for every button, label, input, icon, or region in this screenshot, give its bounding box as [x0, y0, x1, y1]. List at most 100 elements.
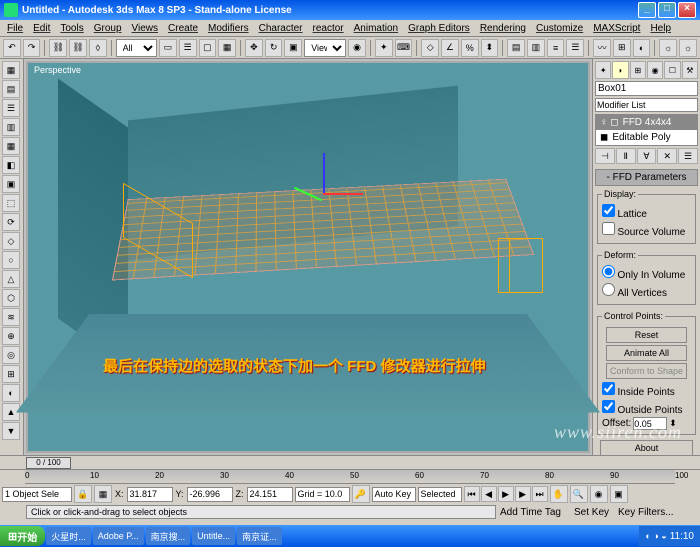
select-name-button[interactable]: ☰ [179, 39, 197, 57]
bind-button[interactable]: ◊ [89, 39, 107, 57]
lock-button[interactable]: 🔒 [74, 485, 92, 503]
time-slider-track[interactable]: 0 / 100 [0, 456, 700, 470]
link-button[interactable]: ⛓ [49, 39, 67, 57]
menu-group[interactable]: Group [89, 23, 127, 34]
tool-icon[interactable]: ⬡ [2, 289, 20, 307]
mirror-button[interactable]: ▥ [527, 39, 545, 57]
animate-all-button[interactable]: Animate All [606, 345, 686, 361]
timeline-ruler[interactable]: 0102030405060708090100 [25, 470, 675, 484]
menu-graph editors[interactable]: Graph Editors [403, 23, 475, 34]
menu-help[interactable]: Help [645, 23, 676, 34]
system-tray[interactable]: ◐ ◑ ◒ 11:10 [639, 526, 700, 546]
stack-item-ffd[interactable]: ♀ ◻ FFD 4x4x4 [596, 115, 697, 130]
hierarchy-tab[interactable]: ⊞ [630, 61, 646, 79]
align-button[interactable]: ≡ [547, 39, 565, 57]
redo-button[interactable]: ↷ [23, 39, 41, 57]
tool-icon[interactable]: ⬚ [2, 194, 20, 212]
tool-icon[interactable]: ⊞ [2, 365, 20, 383]
select-region-button[interactable]: ▢ [199, 39, 217, 57]
keymode-button[interactable]: ⌨ [395, 39, 413, 57]
selection-filter-dropdown[interactable]: All [116, 39, 157, 57]
menu-animation[interactable]: Animation [349, 23, 403, 34]
tool-icon[interactable]: ▦ [2, 137, 20, 155]
schematic-button[interactable]: ⊞ [613, 39, 631, 57]
inside-points-checkbox[interactable]: Inside Points [602, 381, 691, 399]
menu-maxscript[interactable]: MAXScript [588, 23, 645, 34]
display-tab[interactable]: ☐ [664, 61, 680, 79]
reactor-icon[interactable]: ▦ [2, 61, 20, 79]
tool-icon[interactable]: ▼ [2, 422, 20, 440]
abs-button[interactable]: ▦ [94, 485, 112, 503]
z-axis-icon[interactable] [323, 153, 325, 193]
menu-modifiers[interactable]: Modifiers [203, 23, 254, 34]
reset-button[interactable]: Reset [606, 327, 686, 343]
material-button[interactable]: ◐ [633, 39, 651, 57]
menu-rendering[interactable]: Rendering [475, 23, 531, 34]
goto-end-button[interactable]: ⏭ [532, 486, 548, 502]
setkey-button[interactable]: Set Key [574, 507, 616, 518]
autokey-button[interactable]: Auto Key [372, 487, 416, 502]
modify-tab[interactable]: ◗ [612, 61, 628, 79]
move-button[interactable]: ✥ [245, 39, 263, 57]
next-frame-button[interactable]: ▶ [515, 486, 531, 502]
menu-file[interactable]: File [2, 23, 28, 34]
spinner-snap-button[interactable]: ⬍ [481, 39, 499, 57]
selected-dropdown[interactable]: Selected [418, 487, 462, 502]
zoom-button[interactable]: 🔍 [570, 485, 588, 503]
time-slider[interactable]: 0 / 100 [26, 457, 71, 469]
motion-tab[interactable]: ◉ [647, 61, 663, 79]
taskbar-item[interactable]: Untitle... [192, 527, 235, 545]
key-icon[interactable]: 🔑 [352, 485, 370, 503]
menu-customize[interactable]: Customize [531, 23, 588, 34]
minimize-button[interactable]: _ [638, 2, 656, 18]
tool-icon[interactable]: ◎ [2, 346, 20, 364]
taskbar-item[interactable]: 南京搜... [146, 527, 191, 545]
tool-icon[interactable]: ≋ [2, 308, 20, 326]
menu-tools[interactable]: Tools [55, 23, 88, 34]
tool-icon[interactable]: ⊕ [2, 327, 20, 345]
goto-start-button[interactable]: ⏮ [464, 486, 480, 502]
quick-render-button[interactable]: ☼ [679, 39, 697, 57]
tool-icon[interactable]: ☰ [2, 99, 20, 117]
modifier-list-dropdown[interactable]: Modifier List [595, 98, 698, 112]
ffd-lattice[interactable] [498, 238, 543, 293]
maxview-button[interactable]: ▣ [610, 485, 628, 503]
outside-points-checkbox[interactable]: Outside Points [602, 399, 691, 417]
only-in-volume-radio[interactable]: Only In Volume [602, 264, 691, 282]
orbit-button[interactable]: ◉ [590, 485, 608, 503]
modifier-stack[interactable]: ♀ ◻ FFD 4x4x4 ◼ Editable Poly [595, 114, 698, 146]
viewport-perspective[interactable]: Perspective 最后在保持边的选取的状态下加一个 FFD 修改器进行拉伸 [26, 61, 590, 453]
time-tag[interactable]: Add Time Tag [500, 507, 570, 518]
tool-icon[interactable]: ◐ [2, 384, 20, 402]
undo-button[interactable]: ↶ [3, 39, 21, 57]
menu-views[interactable]: Views [127, 23, 164, 34]
taskbar-item[interactable]: Adobe P... [93, 527, 144, 545]
unlink-button[interactable]: ⛓ [69, 39, 87, 57]
rollout-header[interactable]: - FFD Parameters [595, 169, 698, 186]
tool-icon[interactable]: ⟳ [2, 213, 20, 231]
refcoord-dropdown[interactable]: View [304, 39, 346, 57]
tool-icon[interactable]: ○ [2, 251, 20, 269]
angle-snap-button[interactable]: ∠ [441, 39, 459, 57]
curve-editor-button[interactable]: 〰 [593, 39, 611, 57]
layers-button[interactable]: ☰ [566, 39, 584, 57]
tool-icon[interactable]: ◇ [2, 232, 20, 250]
pin-stack-button[interactable]: ⊣ [595, 148, 615, 164]
source-volume-checkbox[interactable]: Source Volume [602, 221, 691, 239]
lattice-checkbox[interactable]: Lattice [602, 203, 691, 221]
tool-icon[interactable]: ▥ [2, 118, 20, 136]
x-axis-icon[interactable] [323, 193, 363, 195]
taskbar-item[interactable]: 火星时... [46, 527, 91, 545]
show-result-button[interactable]: Ⅱ [616, 148, 636, 164]
rotate-button[interactable]: ↻ [265, 39, 283, 57]
create-tab[interactable]: ✦ [595, 61, 611, 79]
stack-item-editablepoly[interactable]: ◼ Editable Poly [596, 130, 697, 145]
window-crossing-button[interactable]: ▦ [218, 39, 236, 57]
tool-icon[interactable]: ▤ [2, 80, 20, 98]
close-button[interactable]: × [678, 2, 696, 18]
x-coord-input[interactable]: 31.817 [127, 487, 173, 502]
object-name-input[interactable] [595, 81, 698, 96]
keyfilters-button[interactable]: Key Filters... [618, 507, 674, 518]
remove-mod-button[interactable]: ✕ [657, 148, 677, 164]
manipulate-button[interactable]: ✦ [375, 39, 393, 57]
